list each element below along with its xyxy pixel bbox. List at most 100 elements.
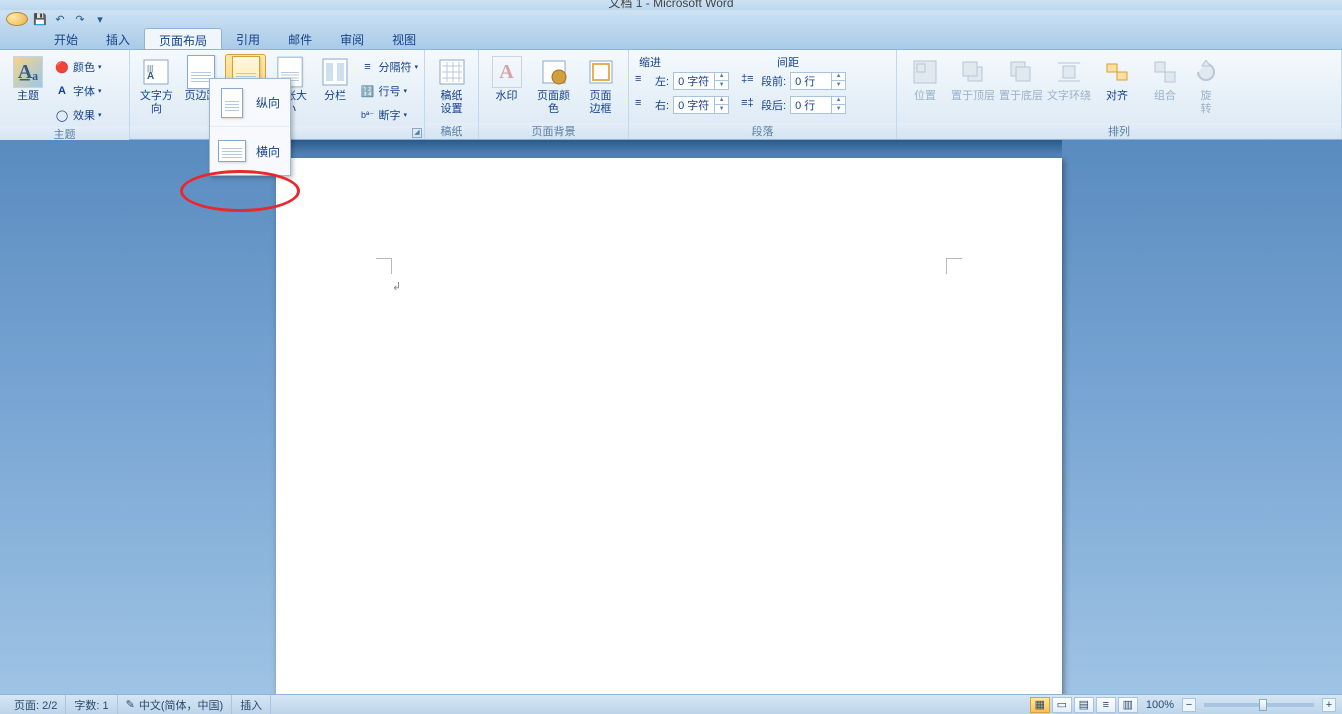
tab-review[interactable]: 审阅	[326, 28, 378, 49]
ribbon: A̲ₐ 主题 🔴颜色▾ A字体▾ ◯效果▾ 主题 |||A 文字方向 页边距	[0, 50, 1342, 140]
margin-corner-tl	[376, 258, 392, 274]
tab-home[interactable]: 开始	[40, 28, 92, 49]
orientation-portrait[interactable]: 纵向	[210, 79, 290, 127]
ruler-shadow	[276, 140, 1062, 158]
document-page[interactable]: ↲	[276, 158, 1062, 698]
page-setup-dialog-icon[interactable]: ◢	[412, 128, 422, 138]
spacing-before-input[interactable]: 0 行▲▼	[790, 72, 846, 90]
align-button[interactable]: 对齐	[1095, 54, 1139, 103]
tab-insert[interactable]: 插入	[92, 28, 144, 49]
indent-right-input[interactable]: 0 字符▲▼	[673, 96, 729, 114]
watermark-button[interactable]: A 水印	[485, 54, 528, 103]
text-direction-label: 文字方向	[136, 90, 177, 116]
orientation-dropdown: 纵向 横向	[209, 78, 291, 176]
zoom-slider[interactable]	[1204, 703, 1314, 707]
save-icon[interactable]: 💾	[32, 11, 48, 27]
send-back-button[interactable]: 置于底层	[999, 54, 1043, 103]
breaks-button[interactable]: ≡分隔符▾	[360, 56, 419, 78]
theme-fonts[interactable]: A字体▾	[54, 80, 102, 102]
text-direction-button[interactable]: |||A 文字方向	[136, 54, 177, 116]
proofing-icon: ✎	[126, 698, 135, 711]
portrait-label: 纵向	[256, 94, 280, 111]
group-page-background: A 水印 页面颜色 页面 边框 页面背景	[479, 50, 629, 139]
spin-down-icon[interactable]: ▼	[714, 81, 728, 90]
orientation-landscape[interactable]: 横向	[210, 127, 290, 175]
spin-up-icon[interactable]: ▲	[714, 96, 728, 105]
theme-effects[interactable]: ◯效果▾	[54, 104, 102, 126]
position-button[interactable]: 位置	[903, 54, 947, 103]
group-arrange-label: 排列	[897, 123, 1341, 139]
text-wrap-button[interactable]: 文字环绕	[1047, 54, 1091, 103]
status-mode[interactable]: 插入	[232, 695, 271, 714]
bring-front-label: 置于顶层	[951, 90, 995, 103]
page-color-label: 页面颜色	[532, 90, 575, 116]
view-print-layout[interactable]: ▦	[1030, 697, 1050, 713]
spin-up-icon[interactable]: ▲	[714, 72, 728, 81]
group-paragraph-label: 段落	[629, 123, 896, 139]
status-language[interactable]: ✎中文(简体，中国)	[118, 695, 233, 714]
group-objects-label: 组合	[1154, 90, 1176, 103]
text-wrap-label: 文字环绕	[1047, 90, 1091, 103]
columns-button[interactable]: 分栏	[315, 54, 356, 103]
office-button[interactable]	[6, 12, 28, 26]
group-theme: A̲ₐ 主题 🔴颜色▾ A字体▾ ◯效果▾ 主题	[0, 50, 130, 139]
group-background-label: 页面背景	[479, 123, 628, 139]
manuscript-settings-label: 稿纸 设置	[441, 90, 463, 116]
position-label: 位置	[914, 90, 936, 103]
tab-page-layout[interactable]: 页面布局	[144, 28, 222, 49]
qat-more-icon[interactable]: ▾	[92, 11, 108, 27]
tab-view[interactable]: 视图	[378, 28, 430, 49]
spacing-after-input[interactable]: 0 行▲▼	[790, 96, 846, 114]
view-draft[interactable]: ▥	[1118, 697, 1138, 713]
bring-front-button[interactable]: 置于顶层	[951, 54, 995, 103]
spin-down-icon[interactable]: ▼	[714, 105, 728, 114]
landscape-label: 横向	[256, 143, 280, 160]
zoom-thumb[interactable]	[1259, 699, 1267, 711]
spacing-after-row: ≡‡ 段后: 0 行▲▼	[741, 94, 846, 116]
group-objects-button[interactable]: 组合	[1143, 54, 1187, 103]
status-page[interactable]: 页面: 2/2	[6, 695, 66, 714]
columns-label: 分栏	[324, 90, 346, 103]
view-outline[interactable]: ≡	[1096, 697, 1116, 713]
rotate-button[interactable]: 旋 转	[1191, 54, 1221, 116]
spin-up-icon[interactable]: ▲	[831, 96, 845, 105]
svg-text:A: A	[147, 71, 154, 82]
page-borders-button[interactable]: 页面 边框	[579, 54, 622, 116]
spin-down-icon[interactable]: ▼	[831, 105, 845, 114]
tab-mailings[interactable]: 邮件	[274, 28, 326, 49]
window-title: 文档 1 - Microsoft Word	[608, 0, 733, 11]
watermark-label: 水印	[496, 90, 518, 103]
view-full-screen[interactable]: ▭	[1052, 697, 1072, 713]
indent-left-input[interactable]: 0 字符▲▼	[673, 72, 729, 90]
zoom-out-button[interactable]: −	[1182, 698, 1196, 712]
themes-button[interactable]: A̲ₐ 主题	[6, 54, 50, 103]
spin-down-icon[interactable]: ▼	[831, 81, 845, 90]
theme-colors[interactable]: 🔴颜色▾	[54, 56, 102, 78]
manuscript-settings-button[interactable]: 稿纸 设置	[431, 54, 472, 116]
themes-label: 主题	[17, 90, 39, 103]
align-label: 对齐	[1106, 90, 1128, 103]
group-manuscript: 稿纸 设置 稿纸	[425, 50, 479, 139]
tab-references[interactable]: 引用	[222, 28, 274, 49]
indent-left-icon: ≡	[635, 73, 651, 89]
undo-icon[interactable]: ↶	[52, 11, 68, 27]
status-words[interactable]: 字数: 1	[66, 695, 117, 714]
view-web-layout[interactable]: ▤	[1074, 697, 1094, 713]
document-area: ↲	[0, 140, 1342, 694]
spacing-title: 间距	[777, 54, 799, 70]
margin-corner-tr	[946, 258, 962, 274]
redo-icon[interactable]: ↷	[72, 11, 88, 27]
hyphenation-button[interactable]: bª⁻断字▾	[360, 104, 419, 126]
spacing-before-icon: ‡≡	[741, 73, 757, 89]
ribbon-tabs: 开始 插入 页面布局 引用 邮件 审阅 视图	[0, 28, 1342, 50]
zoom-level[interactable]: 100%	[1146, 699, 1174, 711]
status-bar: 页面: 2/2 字数: 1 ✎中文(简体，中国) 插入 ▦ ▭ ▤ ≡ ▥ 10…	[0, 694, 1342, 714]
spin-up-icon[interactable]: ▲	[831, 72, 845, 81]
indent-left-row: ≡ 左: 0 字符▲▼	[635, 70, 729, 92]
group-paragraph: 缩进 间距 ≡ 左: 0 字符▲▼ ≡ 右: 0 字符▲▼	[629, 50, 897, 139]
line-numbers-button[interactable]: 🔢行号▾	[360, 80, 419, 102]
spacing-after-icon: ≡‡	[741, 97, 757, 113]
group-manuscript-label: 稿纸	[425, 123, 478, 139]
page-color-button[interactable]: 页面颜色	[532, 54, 575, 116]
zoom-in-button[interactable]: +	[1322, 698, 1336, 712]
